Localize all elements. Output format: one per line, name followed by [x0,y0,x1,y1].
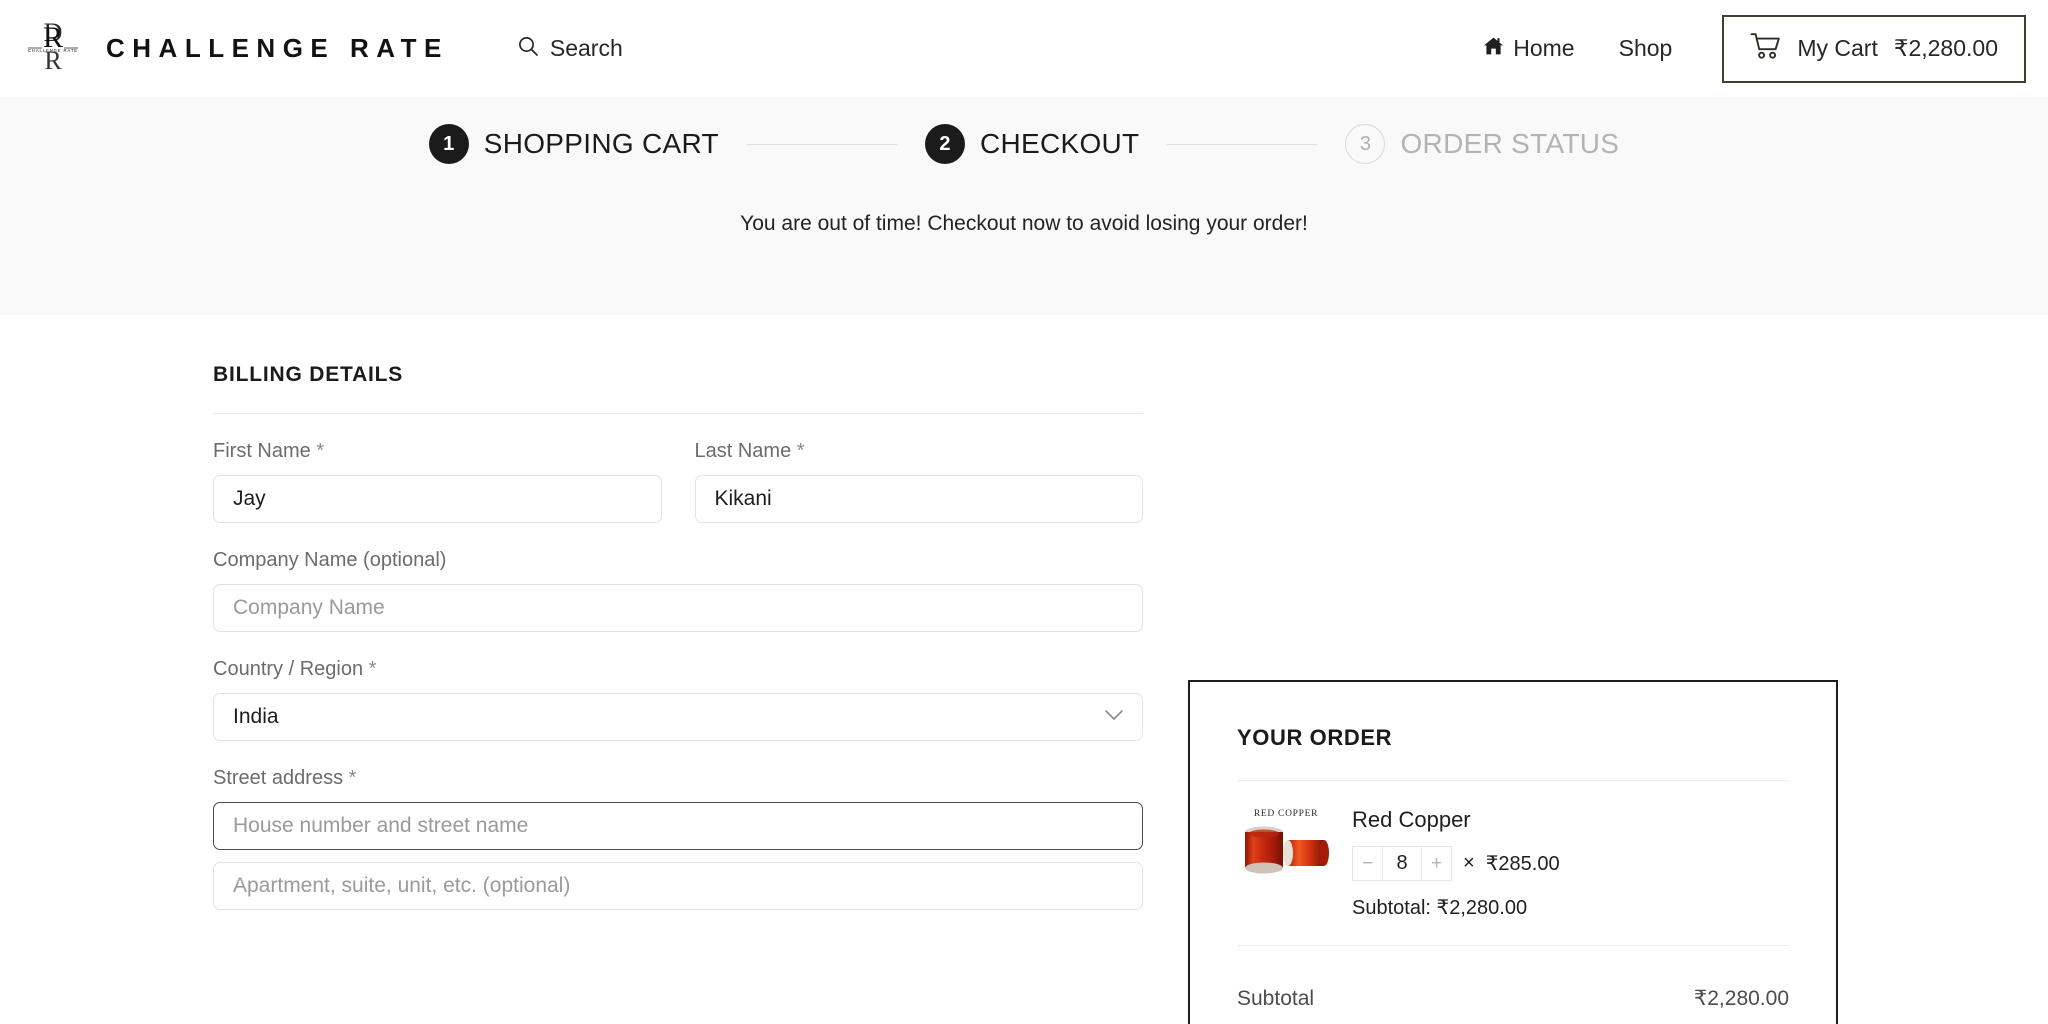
company-field-group: Company Name (optional) [213,549,1143,632]
brand-logo[interactable]: R D R CHALLENGE RATE CHALLENGE RATE [22,21,449,77]
street-address-required-mark: * [348,767,357,789]
street-address-label-text: Street address [213,767,344,789]
multiply-symbol: × [1463,852,1475,874]
order-line-item: RED COPPER Red Copper − 8 + × ₹285.00 Su… [1237,781,1789,920]
main-content: BILLING DETAILS First Name * Last Name *… [0,315,2048,1024]
step-2-number: 2 [924,124,965,164]
step-3-number: 3 [1345,124,1386,164]
country-field-group: Country / Region * [213,658,1143,741]
last-name-label-text: Last Name [694,440,792,462]
challenge-rate-monogram-icon: R D R CHALLENGE RATE [22,21,84,77]
last-name-label: Last Name * [695,440,1144,463]
line-item-subtotal: Subtotal: ₹2,280.00 [1352,895,1789,920]
country-label-text: Country / Region [213,658,364,680]
cart-label: My Cart [1797,35,1878,61]
billing-details-section: BILLING DETAILS First Name * Last Name *… [213,315,1143,1024]
quantity-decrease-button[interactable]: − [1353,847,1382,880]
svg-text:CHALLENGE RATE: CHALLENGE RATE [28,48,78,53]
step-1-number: 1 [428,124,469,164]
search-icon [517,35,539,62]
country-select[interactable] [213,693,1143,741]
first-name-field-group: First Name * [213,440,662,523]
country-required-mark: * [368,658,377,680]
cart-amount: ₹2,280.00 [1893,35,1998,61]
country-select-wrap [213,693,1143,741]
first-name-input[interactable] [213,475,662,523]
checkout-steps: 1 SHOPPING CART 2 CHECKOUT 3 ORDER STATU… [0,124,2048,164]
search-button[interactable]: Search [517,35,623,62]
step-shopping-cart[interactable]: 1 SHOPPING CART [428,124,719,164]
street-address-line2-input[interactable] [213,862,1143,910]
step-checkout[interactable]: 2 CHECKOUT [924,124,1140,164]
company-input[interactable] [213,584,1143,632]
address-lines-spacer [213,850,1143,862]
site-header: R D R CHALLENGE RATE CHALLENGE RATE Sear… [0,0,2048,97]
step-3-label: ORDER STATUS [1400,128,1620,159]
totals-divider [1237,945,1789,946]
step-order-status: 3 ORDER STATUS [1345,124,1619,164]
step-1-label: SHOPPING CART [483,128,719,159]
home-icon [1483,35,1504,62]
quantity-stepper[interactable]: − 8 + [1352,846,1452,881]
nav-item-home[interactable]: Home [1461,35,1596,62]
copper-spool-icon [1242,822,1330,876]
subtotal-label: Subtotal [1237,987,1315,1010]
product-name: Red Copper [1352,807,1471,832]
your-order-panel: YOUR ORDER RED COPPER Red Copper − 8 + ×… [1188,680,1838,1024]
svg-text:D: D [44,21,63,47]
product-thumbnail[interactable]: RED COPPER [1237,807,1335,885]
my-cart-button[interactable]: My Cart ₹2,280.00 [1722,14,2026,83]
product-thumbnail-caption: RED COPPER [1253,809,1319,819]
nav-item-shop[interactable]: Shop [1597,35,1695,62]
order-line-item-body: Red Copper − 8 + × ₹285.00 Subtotal: ₹2,… [1352,807,1789,920]
line-item-subtotal-value: ₹2,280.00 [1436,897,1528,919]
street-address-field-group: Street address * [213,767,1143,910]
step-connector-2 [1167,143,1318,145]
brand-name: CHALLENGE RATE [106,33,449,63]
quantity-increase-button[interactable]: + [1422,847,1451,880]
subtotal-row: Subtotal ₹2,280.00 [1237,970,1789,1024]
unit-price: ₹285.00 [1485,853,1560,875]
your-order-title: YOUR ORDER [1237,725,1393,750]
quantity-row: − 8 + × ₹285.00 [1352,846,1789,881]
shopping-cart-icon [1750,32,1781,66]
street-address-label: Street address * [213,767,1143,790]
billing-details-title: BILLING DETAILS [213,363,404,386]
primary-nav: Home Shop My Cart ₹2,280.00 [1461,14,2026,83]
last-name-input[interactable] [694,475,1143,523]
step-2-label: CHECKOUT [979,128,1140,159]
line-item-subtotal-label: Subtotal: [1352,897,1431,919]
first-name-label-text: First Name [213,440,311,462]
last-name-field-group: Last Name * [694,440,1144,523]
nav-item-shop-label: Shop [1618,35,1673,61]
name-fields-row: First Name * Last Name * [213,440,1143,523]
order-totals: Subtotal ₹2,280.00 Shipping Free shippin… [1237,970,1789,1024]
nav-item-home-label: Home [1513,35,1575,61]
step-connector-1 [746,143,897,145]
last-name-required-mark: * [796,440,805,462]
subtotal-value: ₹2,280.00 [1693,987,1789,1010]
company-label: Company Name (optional) [213,549,447,571]
first-name-required-mark: * [316,440,325,462]
search-label: Search [549,35,623,61]
billing-divider [213,413,1143,414]
country-label: Country / Region * [213,658,1143,681]
street-address-input[interactable] [213,802,1143,850]
timeout-notice: You are out of time! Checkout now to avo… [740,212,1308,235]
first-name-label: First Name * [213,440,662,463]
quantity-value[interactable]: 8 [1383,847,1421,880]
checkout-steps-band: 1 SHOPPING CART 2 CHECKOUT 3 ORDER STATU… [0,97,2048,315]
